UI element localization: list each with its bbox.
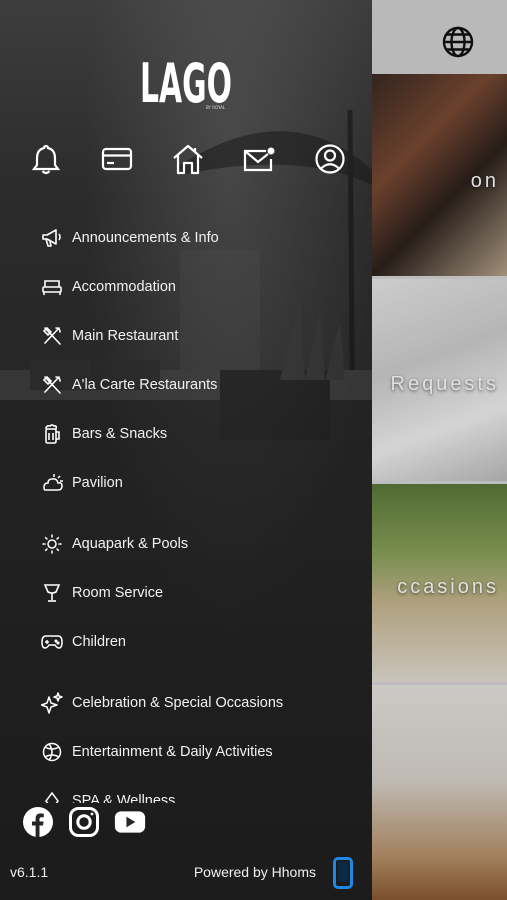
menu-scroll-area[interactable]: Announcements & Info Accommodation Main … xyxy=(0,0,372,803)
youtube-link[interactable] xyxy=(114,806,146,838)
tile-label: Requests xyxy=(390,373,499,395)
sparkles-icon xyxy=(40,691,64,715)
category-tile[interactable]: on xyxy=(372,74,507,276)
facebook-link[interactable] xyxy=(22,806,54,838)
cutlery-icon xyxy=(40,373,64,397)
menu-item-room-service[interactable]: Room Service xyxy=(40,578,163,608)
sun-icon xyxy=(40,532,64,556)
megaphone-icon xyxy=(40,226,64,250)
menu-item-label: Entertainment & Daily Activities xyxy=(72,744,273,760)
cloud-sun-icon xyxy=(40,471,64,495)
facebook-icon xyxy=(23,807,53,837)
menu-item-label: Aquapark & Pools xyxy=(72,536,189,552)
side-drawer: LAGO BY ROYAL Announcements & Info Accom… xyxy=(0,0,372,900)
beer-mug-icon xyxy=(40,422,64,446)
menu-item-label: Children xyxy=(72,634,126,650)
menu-item-main-restaurant[interactable]: Main Restaurant xyxy=(40,321,178,351)
social-links xyxy=(22,806,146,838)
gamepad-icon xyxy=(40,630,64,654)
phone-icon[interactable] xyxy=(332,856,354,890)
menu-item-label: Announcements & Info xyxy=(72,230,219,246)
globe-icon xyxy=(442,26,474,58)
menu-item-label: Bars & Snacks xyxy=(72,426,168,442)
menu-item-bars-snacks[interactable]: Bars & Snacks xyxy=(40,419,167,449)
category-tile[interactable]: Requests xyxy=(372,279,507,481)
menu-item-label: SPA & Wellness xyxy=(72,793,176,803)
cutlery-icon xyxy=(40,324,64,348)
category-tile[interactable]: ccasions xyxy=(372,484,507,682)
menu-item-label: Main Restaurant xyxy=(72,328,179,344)
menu-item-ala-carte[interactable]: A'la Carte Restaurants xyxy=(40,370,217,400)
bed-icon xyxy=(40,275,64,299)
cocktail-glass-icon xyxy=(40,581,64,605)
menu-item-aquapark[interactable]: Aquapark & Pools xyxy=(40,529,188,559)
menu-item-label: Accommodation xyxy=(72,279,176,295)
menu-item-label: A'la Carte Restaurants xyxy=(72,377,218,393)
menu-item-spa[interactable]: SPA & Wellness xyxy=(40,786,175,803)
menu-item-pavilion[interactable]: Pavilion xyxy=(40,468,123,498)
menu-item-announcements[interactable]: Announcements & Info xyxy=(40,223,219,253)
language-button[interactable] xyxy=(440,24,476,60)
powered-by-text: Powered by Hhoms xyxy=(193,864,316,880)
instagram-link[interactable] xyxy=(68,806,100,838)
category-tile[interactable] xyxy=(372,685,507,900)
app-version: v6.1.1 xyxy=(10,864,49,880)
menu-item-children[interactable]: Children xyxy=(40,627,126,657)
tile-label: on xyxy=(470,170,499,192)
instagram-icon xyxy=(69,807,99,837)
menu-item-celebration[interactable]: Celebration & Special Occasions xyxy=(40,688,283,718)
menu-item-label: Room Service xyxy=(72,585,164,601)
spa-icon xyxy=(40,789,64,803)
menu-item-label: Celebration & Special Occasions xyxy=(72,695,284,711)
youtube-icon xyxy=(114,811,146,833)
tile-label: ccasions xyxy=(397,576,499,598)
menu-item-entertainment[interactable]: Entertainment & Daily Activities xyxy=(40,737,273,767)
ball-icon xyxy=(40,740,64,764)
menu-item-label: Pavilion xyxy=(72,475,123,491)
menu-item-accommodation[interactable]: Accommodation xyxy=(40,272,176,302)
